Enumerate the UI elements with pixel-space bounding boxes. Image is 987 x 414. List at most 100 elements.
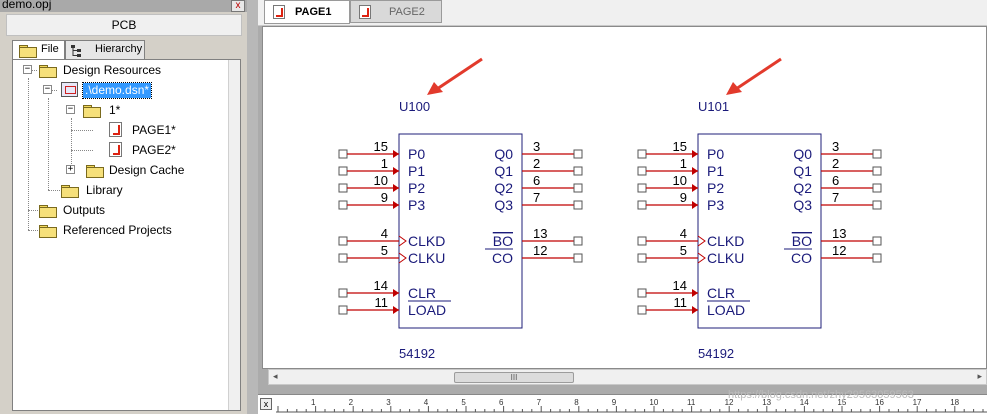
pin-connector [872,183,882,193]
tree-label-dsn: .\demo.dsn* [81,82,153,99]
project-manager: demo.opj x PCB File Hierarchy − Design R… [0,0,247,414]
tree-label-design-resources: Design Resources [63,63,162,77]
annotation-arrow-shaft [735,57,782,91]
project-tree: − Design Resources − .\demo.dsn* − 1* PA… [12,59,241,411]
pin-connector [573,183,583,193]
ruler-tick-label: 6 [499,398,504,407]
pin-number: 7 [533,190,540,205]
pin-connector [338,166,348,176]
pin-name: CLKU [707,250,744,266]
pin-name: BO [493,233,513,249]
pin-connector [637,253,647,263]
expand-icon[interactable]: + [66,165,75,174]
pin-input-arrow [393,201,399,209]
ruler-tick-label: 10 [649,398,658,407]
pin-number: 6 [832,173,839,188]
pin-input-arrow [692,184,698,192]
collapse-icon[interactable]: − [66,105,75,114]
pin-input-arrow [692,306,698,314]
project-category: PCB [6,14,242,36]
tab-file-label: File [41,43,59,55]
tree-label-page2: PAGE2* [132,143,176,157]
pin-connector [872,149,882,159]
project-category-label: PCB [111,18,137,32]
pin-input-arrow [692,150,698,158]
pin-number: 15 [673,139,687,154]
pin-number: 4 [381,226,388,241]
schematic-window: PAGE1 PAGE2 U100 54192 15 P0 1 P1 10 P2 9 P3 3 Q0 2 Q… [258,0,987,414]
project-title-bar: demo.opj x [0,0,247,12]
pin-name: Q3 [793,197,812,213]
pin-input-arrow [393,167,399,175]
watermark: https://blog.csdn.net/zhy29563059563 [728,389,914,401]
folder-icon [86,165,104,178]
scroll-right-icon[interactable]: ▸ [977,371,982,382]
pin-number: 1 [381,156,388,171]
schematic-drawing[interactable]: U1005419215 P01 P110 P29 P33Q02Q16Q27Q34 CLKD… [263,27,987,369]
pin-number: 3 [832,139,839,154]
collapse-icon[interactable]: − [23,65,32,74]
annotation-arrow-head [427,82,443,95]
pin-connector [872,200,882,210]
pin-name: CLR [707,285,735,301]
scrollbar-thumb[interactable]: III [454,372,574,383]
schematic-page-icon [109,122,122,137]
schematic-page-icon [359,5,371,19]
folder-icon [39,225,57,238]
pin-connector [338,236,348,246]
open-folder-icon [83,105,101,118]
pin-name: Q3 [494,197,513,213]
pin-connector [872,253,882,263]
close-icon[interactable]: x [231,0,245,12]
pin-number: 12 [832,243,846,258]
pin-connector [573,253,583,263]
pin-connector [872,236,882,246]
pin-clock-marker [697,235,706,247]
pin-name: Q1 [494,163,513,179]
folder-icon [39,65,57,78]
pin-number: 11 [375,295,389,310]
collapse-icon[interactable]: − [43,85,52,94]
ruler-tick-label: 3 [386,398,391,407]
pin-name: P0 [707,146,724,162]
tree-label-referenced-projects: Referenced Projects [63,223,172,237]
tree-label-outputs: Outputs [63,203,106,217]
tree-label-schematic-folder: 1* [109,103,121,117]
pin-connector [338,253,348,263]
tab-page1[interactable]: PAGE1 [264,0,350,24]
pin-name: Q0 [793,146,812,162]
pin-input-arrow [393,184,399,192]
tab-page2[interactable]: PAGE2 [350,0,442,23]
pin-number: 9 [381,190,388,205]
pin-name: Q2 [494,180,513,196]
tree-scrollbar[interactable] [228,60,240,410]
pin-connector [338,288,348,298]
pin-connector [637,183,647,193]
part-reference: U100 [399,99,430,114]
pin-name: CO [492,250,513,266]
pin-name: CO [791,250,812,266]
horizontal-scrollbar[interactable]: ◂ III ▸ [268,369,987,385]
schematic-page-icon [273,5,285,19]
scroll-left-icon[interactable]: ◂ [273,371,278,382]
schematic-canvas[interactable]: U100 54192 15 P0 1 P1 10 P2 9 P3 3 Q0 2 Q1 6 Q2 7 Q3 4 CLKD… [262,26,987,369]
part-reference: U101 [698,99,729,114]
tab-hierarchy-label: Hierarchy [95,43,143,55]
panel-splitter[interactable] [247,0,258,414]
tab-page1-label: PAGE1 [295,6,332,18]
pin-connector [338,305,348,315]
pin-name: CLKD [707,233,744,249]
pin-number: 2 [832,156,839,171]
pin-connector [338,183,348,193]
pin-name: LOAD [408,302,446,318]
pin-connector [573,166,583,176]
tab-file[interactable]: File [12,40,65,60]
pin-connector [637,305,647,315]
pin-name: P1 [408,163,425,179]
pin-number: 13 [533,226,547,241]
tab-hierarchy[interactable]: Hierarchy [65,40,145,59]
schematic-page-icon [109,142,122,157]
pin-connector [637,149,647,159]
pin-connector [338,200,348,210]
pin-number: 12 [533,243,547,258]
